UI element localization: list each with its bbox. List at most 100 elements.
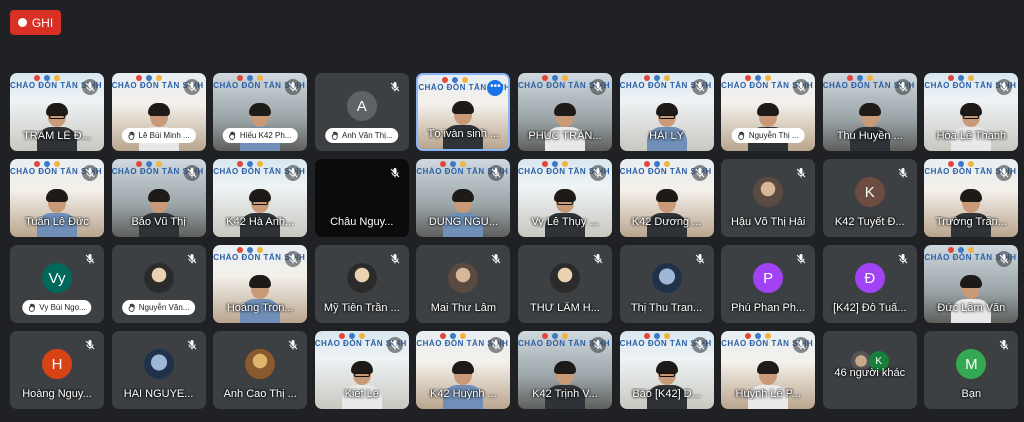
- participant-tile[interactable]: CHÀO ĐÓN TÂN SINH VIÊN K42Bảo Vũ Thị: [111, 159, 206, 237]
- logo-icon: [561, 333, 568, 339]
- banner-logos: [745, 75, 772, 81]
- participant-video: [138, 189, 179, 237]
- participant-tile[interactable]: Đ [K42] Đỗ Tuấ...: [822, 245, 917, 323]
- participant-tile[interactable]: CHÀO ĐÓN TÂN SINH VIÊN K42Nguyễn Thị ...: [721, 73, 816, 151]
- mic-off-icon: [183, 79, 200, 95]
- participant-tile[interactable]: M Bạn: [924, 331, 1019, 409]
- mic-off-icon: [285, 251, 302, 267]
- logo-icon: [44, 75, 50, 81]
- participant-tile[interactable]: Mỹ Tiên Trần ...: [314, 245, 409, 323]
- participant-video: [951, 103, 992, 151]
- participant-tile[interactable]: H Hoàng Nguy...: [10, 331, 104, 409]
- participant-tile[interactable]: CHÀO ĐÓN TÂN SINH VIÊN K42•••Tọ ivàn sin…: [416, 73, 511, 151]
- participant-tile[interactable]: CHÀO ĐÓN TÂN SINH VIÊN K42K42 Trịnh V...: [517, 331, 612, 409]
- logo-icon: [145, 75, 152, 81]
- participant-tile[interactable]: CHÀO ĐÓN TÂN SINH VIÊN K42Tuấn Lê Đức: [10, 159, 104, 237]
- logo-icon: [450, 333, 457, 339]
- participant-name: Hiếu K42 Ph...: [239, 131, 292, 140]
- participant-tile[interactable]: P Phú Phan Ph...: [721, 245, 816, 323]
- participant-tile[interactable]: CHÀO ĐÓN TÂN SINH VIÊN K42K42 Dương ...: [619, 159, 714, 237]
- participant-tile[interactable]: THƯ LÂM H...: [517, 245, 612, 323]
- logo-icon: [653, 333, 660, 339]
- participant-name: Trường Trần...: [935, 216, 1007, 228]
- mic-off-icon: [691, 79, 708, 95]
- mic-off-icon: [793, 165, 809, 181]
- mic-off-icon: [82, 79, 98, 95]
- mic-off-icon: [488, 165, 505, 181]
- participant-name: K42 Dương ...: [631, 216, 702, 228]
- banner-logos: [948, 247, 975, 253]
- participant-tile[interactable]: CHÀO ĐÓN TÂN SINH VIÊN K42HẢI LÝ: [619, 73, 714, 151]
- participant-name: [K42] Đỗ Tuấ...: [833, 302, 907, 314]
- participant-tile[interactable]: CHÀO ĐÓN TÂN SINH VIÊN K42Lê Bùi Minh ..…: [111, 73, 206, 151]
- participant-name: Đức Lâm Văn: [937, 302, 1006, 314]
- mic-off-icon: [82, 165, 98, 181]
- record-dot-icon: [17, 18, 27, 27]
- participant-tile[interactable]: CHÀO ĐÓN TÂN SINH VIÊN K42Thu Huyền ...: [822, 73, 917, 151]
- mic-off-icon: [793, 79, 810, 95]
- participant-name: Kiet Le: [344, 388, 379, 400]
- participant-tile[interactable]: CHÀO ĐÓN TÂN SINH VIÊN K42Trường Trần...: [924, 159, 1019, 237]
- raised-hand-icon: [331, 131, 339, 140]
- participant-tile[interactable]: CHÀO ĐÓN TÂN SINH VIÊN K42Hiếu K42 Ph...: [213, 73, 308, 151]
- participant-name: Tọ ivàn sinh ...: [427, 128, 500, 140]
- avatar: [346, 263, 377, 293]
- participant-tile[interactable]: Vy Vy Bùi Ngọ...: [10, 245, 104, 323]
- avatar: [143, 263, 174, 293]
- participant-tile[interactable]: Thị Thu Tran...: [619, 245, 714, 323]
- participant-name: K42 Trịnh V...: [532, 388, 598, 400]
- participant-tile[interactable]: Anh Cao Thị ...: [213, 331, 308, 409]
- participant-tile[interactable]: CHÀO ĐÓN TÂN SINH VIÊN K42Đức Lâm Văn: [924, 245, 1019, 323]
- avatar: A: [346, 91, 377, 121]
- raised-hand-badge: Hiếu K42 Ph...: [222, 128, 298, 143]
- participant-tile[interactable]: K K42 Tuyết Đ...: [822, 159, 917, 237]
- mic-off-icon: [996, 79, 1013, 95]
- participant-name: K42 Tuyết Đ...: [834, 216, 905, 228]
- logo-icon: [541, 161, 548, 167]
- participant-tile[interactable]: CHÀO ĐÓN TÂN SINH VIÊN K42PHÚC TRẦN...: [517, 73, 612, 151]
- participant-tile[interactable]: A Anh Văn Thị...: [314, 73, 409, 151]
- participant-video: [951, 189, 992, 237]
- logo-icon: [135, 75, 142, 81]
- logo-icon: [866, 75, 873, 81]
- participant-tile[interactable]: HAI NGUYE...: [111, 331, 206, 409]
- participant-tile[interactable]: CHÀO ĐÓN TÂN SINH VIÊN K42Hòa Lê Thanh: [924, 73, 1019, 151]
- participant-tile[interactable]: Châu Nguy...: [314, 159, 409, 237]
- participant-name: Huỳnh Lê P...: [735, 388, 801, 400]
- participant-tile[interactable]: CHÀO ĐÓN TÂN SINH VIÊN K42Bảo [K42] D...: [619, 331, 714, 409]
- participant-name: DUNG NGU...: [428, 216, 498, 228]
- participant-tile[interactable]: Nguyễn Văn...: [111, 245, 206, 323]
- logo-icon: [54, 75, 60, 81]
- participant-tile[interactable]: Hậu Võ Thị Hải: [721, 159, 816, 237]
- mic-off-icon: [184, 251, 200, 267]
- avatar: [448, 263, 479, 293]
- participant-tile[interactable]: CHÀO ĐÓN TÂN SINH VIÊN K42TRÂM LÊ Đ...: [10, 73, 104, 151]
- participant-video: [646, 189, 687, 237]
- participant-name: PHÚC TRẦN...: [528, 130, 602, 142]
- participant-tile[interactable]: CHÀO ĐÓN TÂN SINH VIÊN K42Huỳnh Lê P...: [721, 331, 816, 409]
- participant-tile[interactable]: CHÀO ĐÓN TÂN SINH VIÊN K42Vy Lê Thụy ...: [517, 159, 612, 237]
- logo-icon: [856, 75, 863, 81]
- mic-off-icon: [996, 251, 1013, 267]
- avatar: H: [42, 349, 72, 379]
- raised-hand-badge: Lê Bùi Minh ...: [121, 128, 196, 143]
- logo-icon: [237, 75, 244, 81]
- participant-tile[interactable]: Mai Thư Lâm: [416, 245, 511, 323]
- participant-tile[interactable]: CHÀO ĐÓN TÂN SINH VIÊN K42Hoàng Trọn...: [213, 245, 308, 323]
- banner-logos: [541, 333, 568, 339]
- logo-icon: [440, 333, 447, 339]
- participant-tile[interactable]: CHÀO ĐÓN TÂN SINH VIÊN K42K42 Huỳnh ...: [416, 331, 511, 409]
- participant-tile[interactable]: K 46 người khác: [822, 331, 917, 409]
- logo-icon: [643, 333, 650, 339]
- participant-tile[interactable]: CHÀO ĐÓN TÂN SINH VIÊN K42Kiet Le: [314, 331, 409, 409]
- avatar: [753, 177, 784, 207]
- raised-hand-badge: Vy Bùi Ngọ...: [22, 300, 92, 315]
- logo-icon: [551, 161, 558, 167]
- banner-logos: [338, 333, 365, 339]
- participant-tile[interactable]: CHÀO ĐÓN TÂN SINH VIÊN K42K42 Hà Anh...: [213, 159, 308, 237]
- logo-icon: [968, 161, 975, 167]
- participant-name: Nguyễn Văn...: [138, 303, 190, 312]
- logo-icon: [745, 333, 752, 339]
- participant-name: Hòa Lê Thanh: [936, 130, 1007, 142]
- participant-tile[interactable]: CHÀO ĐÓN TÂN SINH VIÊN K42DUNG NGU...: [416, 159, 511, 237]
